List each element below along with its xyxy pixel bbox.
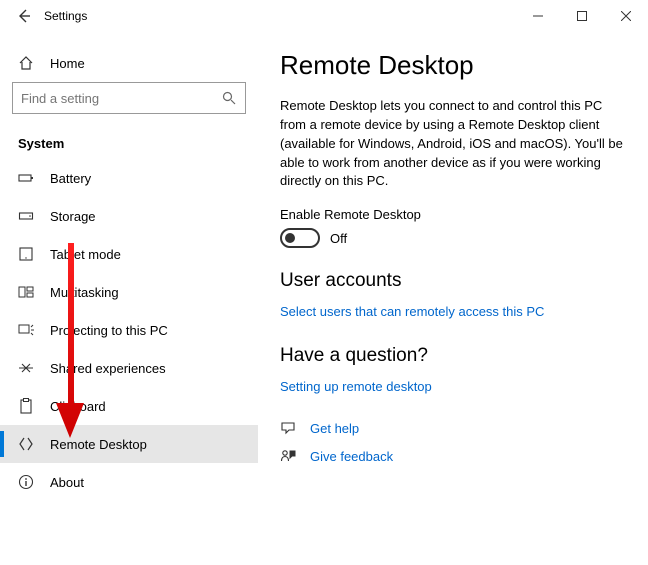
sidebar-item-label: Projecting to this PC <box>50 323 168 338</box>
sidebar-item-tablet-mode[interactable]: Tablet mode <box>0 235 258 273</box>
sidebar-item-label: Tablet mode <box>50 247 121 262</box>
enable-remote-desktop-toggle[interactable]: Off <box>280 228 628 248</box>
sidebar-item-label: Clipboard <box>50 399 106 414</box>
multitasking-icon <box>18 284 34 300</box>
back-button[interactable] <box>12 4 36 28</box>
home-nav-item[interactable]: Home <box>0 44 258 82</box>
toggle-switch[interactable] <box>280 228 320 248</box>
about-icon <box>18 474 34 490</box>
sidebar-item-label: Storage <box>50 209 96 224</box>
sidebar-item-label: Shared experiences <box>50 361 166 376</box>
question-heading: Have a question? <box>280 345 628 367</box>
sidebar-item-battery[interactable]: Battery <box>0 159 258 197</box>
sidebar-item-label: Multitasking <box>50 285 119 300</box>
sidebar-item-label: Battery <box>50 171 91 186</box>
search-icon <box>221 90 237 106</box>
sidebar-item-projecting-to-this-pc[interactable]: Projecting to this PC <box>0 311 258 349</box>
section-label: System <box>0 122 258 159</box>
nav-list: Battery Storage Tablet mode Multitasking Pro… <box>0 159 258 501</box>
home-icon <box>18 55 34 71</box>
get-help-link[interactable]: Get help <box>310 421 359 436</box>
sidebar-item-clipboard[interactable]: Clipboard <box>0 387 258 425</box>
search-input[interactable] <box>21 91 221 106</box>
page-description: Remote Desktop lets you connect to and c… <box>280 97 628 191</box>
close-icon <box>621 11 631 21</box>
remote-icon <box>18 436 34 452</box>
tablet-icon <box>18 246 34 262</box>
minimize-icon <box>533 11 543 21</box>
battery-icon <box>18 170 34 186</box>
sidebar-item-storage[interactable]: Storage <box>0 197 258 235</box>
chat-icon <box>280 420 296 436</box>
titlebar: Settings <box>0 0 648 32</box>
sidebar-item-about[interactable]: About <box>0 463 258 501</box>
give-feedback-row[interactable]: Give feedback <box>280 448 628 464</box>
toggle-knob <box>285 233 295 243</box>
home-label: Home <box>50 56 85 71</box>
window-title: Settings <box>44 9 87 23</box>
page-title: Remote Desktop <box>280 50 628 81</box>
sidebar: Home System Battery Storage Tablet mode Mul… <box>0 32 258 565</box>
search-box[interactable] <box>12 82 246 114</box>
setup-remote-desktop-link[interactable]: Setting up remote desktop <box>280 379 432 394</box>
maximize-icon <box>577 11 587 21</box>
clipboard-icon <box>18 398 34 414</box>
give-feedback-link[interactable]: Give feedback <box>310 449 393 464</box>
close-button[interactable] <box>604 0 648 32</box>
main-content: Remote Desktop Remote Desktop lets you c… <box>258 32 648 565</box>
toggle-label: Enable Remote Desktop <box>280 207 628 222</box>
toggle-row: Enable Remote Desktop Off <box>280 207 628 248</box>
sidebar-item-remote-desktop[interactable]: Remote Desktop <box>0 425 258 463</box>
sidebar-item-label: About <box>50 475 84 490</box>
get-help-row[interactable]: Get help <box>280 420 628 436</box>
maximize-button[interactable] <box>560 0 604 32</box>
feedback-icon <box>280 448 296 464</box>
sidebar-item-multitasking[interactable]: Multitasking <box>0 273 258 311</box>
back-arrow-icon <box>17 9 31 23</box>
project-icon <box>18 322 34 338</box>
sidebar-item-shared-experiences[interactable]: Shared experiences <box>0 349 258 387</box>
window-controls <box>516 0 648 32</box>
select-users-link[interactable]: Select users that can remotely access th… <box>280 304 544 319</box>
toggle-state: Off <box>330 231 347 246</box>
sidebar-item-label: Remote Desktop <box>50 437 147 452</box>
storage-icon <box>18 208 34 224</box>
shared-icon <box>18 360 34 376</box>
user-accounts-heading: User accounts <box>280 270 628 292</box>
minimize-button[interactable] <box>516 0 560 32</box>
